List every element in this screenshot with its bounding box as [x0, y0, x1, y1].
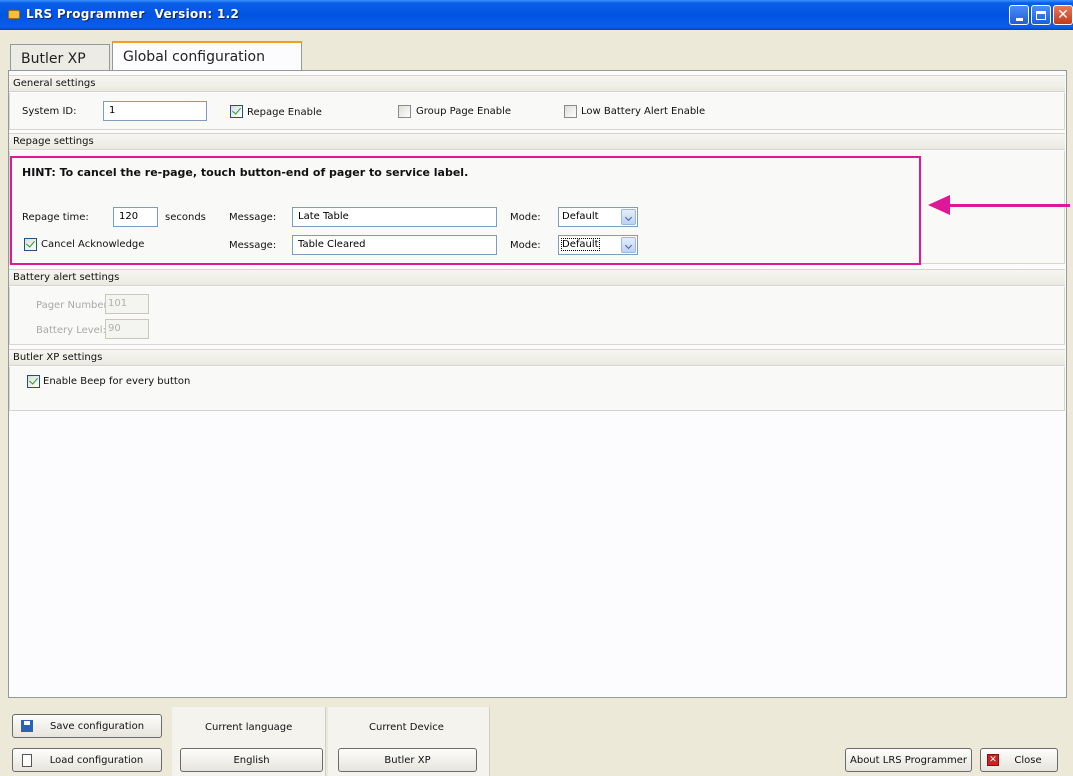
maximize-icon [1036, 10, 1046, 20]
button-label: Close [1014, 754, 1042, 766]
tab-label: Butler XP [21, 51, 86, 67]
battery-level-input[interactable]: 90 [105, 319, 149, 339]
battery-level-label: Battery Level: [36, 325, 106, 336]
maximize-button[interactable] [1031, 5, 1051, 25]
battery-alert-settings-body [9, 287, 1065, 345]
battery-alert-settings-header: Battery alert settings [9, 269, 1065, 286]
button-label: Load configuration [49, 754, 144, 766]
pager-number-input[interactable]: 101 [105, 294, 149, 314]
minimize-button[interactable] [1009, 5, 1029, 25]
checkbox-tick-icon [29, 375, 38, 385]
tab-global-configuration[interactable]: Global configuration [112, 41, 302, 70]
about-button[interactable]: About LRS Programmer [845, 748, 972, 772]
minimize-icon [1015, 17, 1023, 21]
tab-label: Global configuration [123, 49, 265, 65]
window-close-button[interactable]: ✕ [1053, 5, 1073, 25]
close-button[interactable]: ✕ Close [980, 748, 1058, 772]
close-button-icon: ✕ [987, 754, 999, 766]
checkbox-tick-icon [232, 105, 241, 115]
repage-enable-label: Repage Enable [247, 107, 322, 118]
enable-beep-checkbox[interactable] [27, 375, 40, 388]
app-name: LRS Programmer [26, 7, 145, 21]
annotation-highlight-box [10, 156, 921, 265]
language-button[interactable]: English [180, 748, 323, 772]
low-battery-alert-label: Low Battery Alert Enable [581, 106, 706, 117]
button-label: Save configuration [49, 720, 145, 732]
save-configuration-button[interactable]: Save configuration [12, 714, 162, 738]
group-page-enable-label: Group Page Enable [416, 106, 512, 117]
system-id-label: System ID: [22, 106, 77, 117]
repage-enable-checkbox[interactable] [230, 105, 243, 118]
app-version: Version: 1.2 [154, 7, 240, 21]
pager-number-label: Pager Number: [36, 300, 111, 311]
window-title: LRS Programmer Version: 1.2 [26, 7, 239, 21]
enable-beep-label: Enable Beep for every button [43, 376, 191, 387]
app-icon [8, 10, 20, 19]
group-page-enable-checkbox[interactable] [398, 105, 411, 118]
repage-settings-header: Repage settings [9, 133, 1065, 150]
load-icon [22, 753, 32, 767]
section-title: Battery alert settings [13, 272, 120, 283]
current-device-title: Current Device [369, 722, 444, 733]
system-id-input[interactable]: 1 [103, 101, 207, 121]
button-label: About LRS Programmer [850, 754, 967, 766]
close-icon: ✕ [1057, 7, 1069, 23]
section-title: General settings [13, 78, 96, 89]
section-title: Repage settings [13, 136, 94, 147]
load-configuration-button[interactable]: Load configuration [12, 748, 162, 772]
tab-butler-xp[interactable]: Butler XP [10, 44, 110, 70]
butler-xp-settings-header: Butler XP settings [9, 349, 1065, 366]
low-battery-alert-checkbox[interactable] [564, 105, 577, 118]
device-button[interactable]: Butler XP [338, 748, 477, 772]
section-title: Butler XP settings [13, 352, 103, 363]
button-label: English [233, 754, 270, 766]
general-settings-header: General settings [9, 75, 1065, 92]
save-icon [21, 720, 33, 732]
title-bar[interactable]: LRS Programmer Version: 1.2 ✕ [0, 0, 1073, 30]
current-language-title: Current language [205, 722, 293, 733]
annotation-arrow-line [944, 204, 1070, 207]
button-label: Butler XP [384, 754, 431, 766]
butler-xp-settings-body [9, 367, 1065, 411]
